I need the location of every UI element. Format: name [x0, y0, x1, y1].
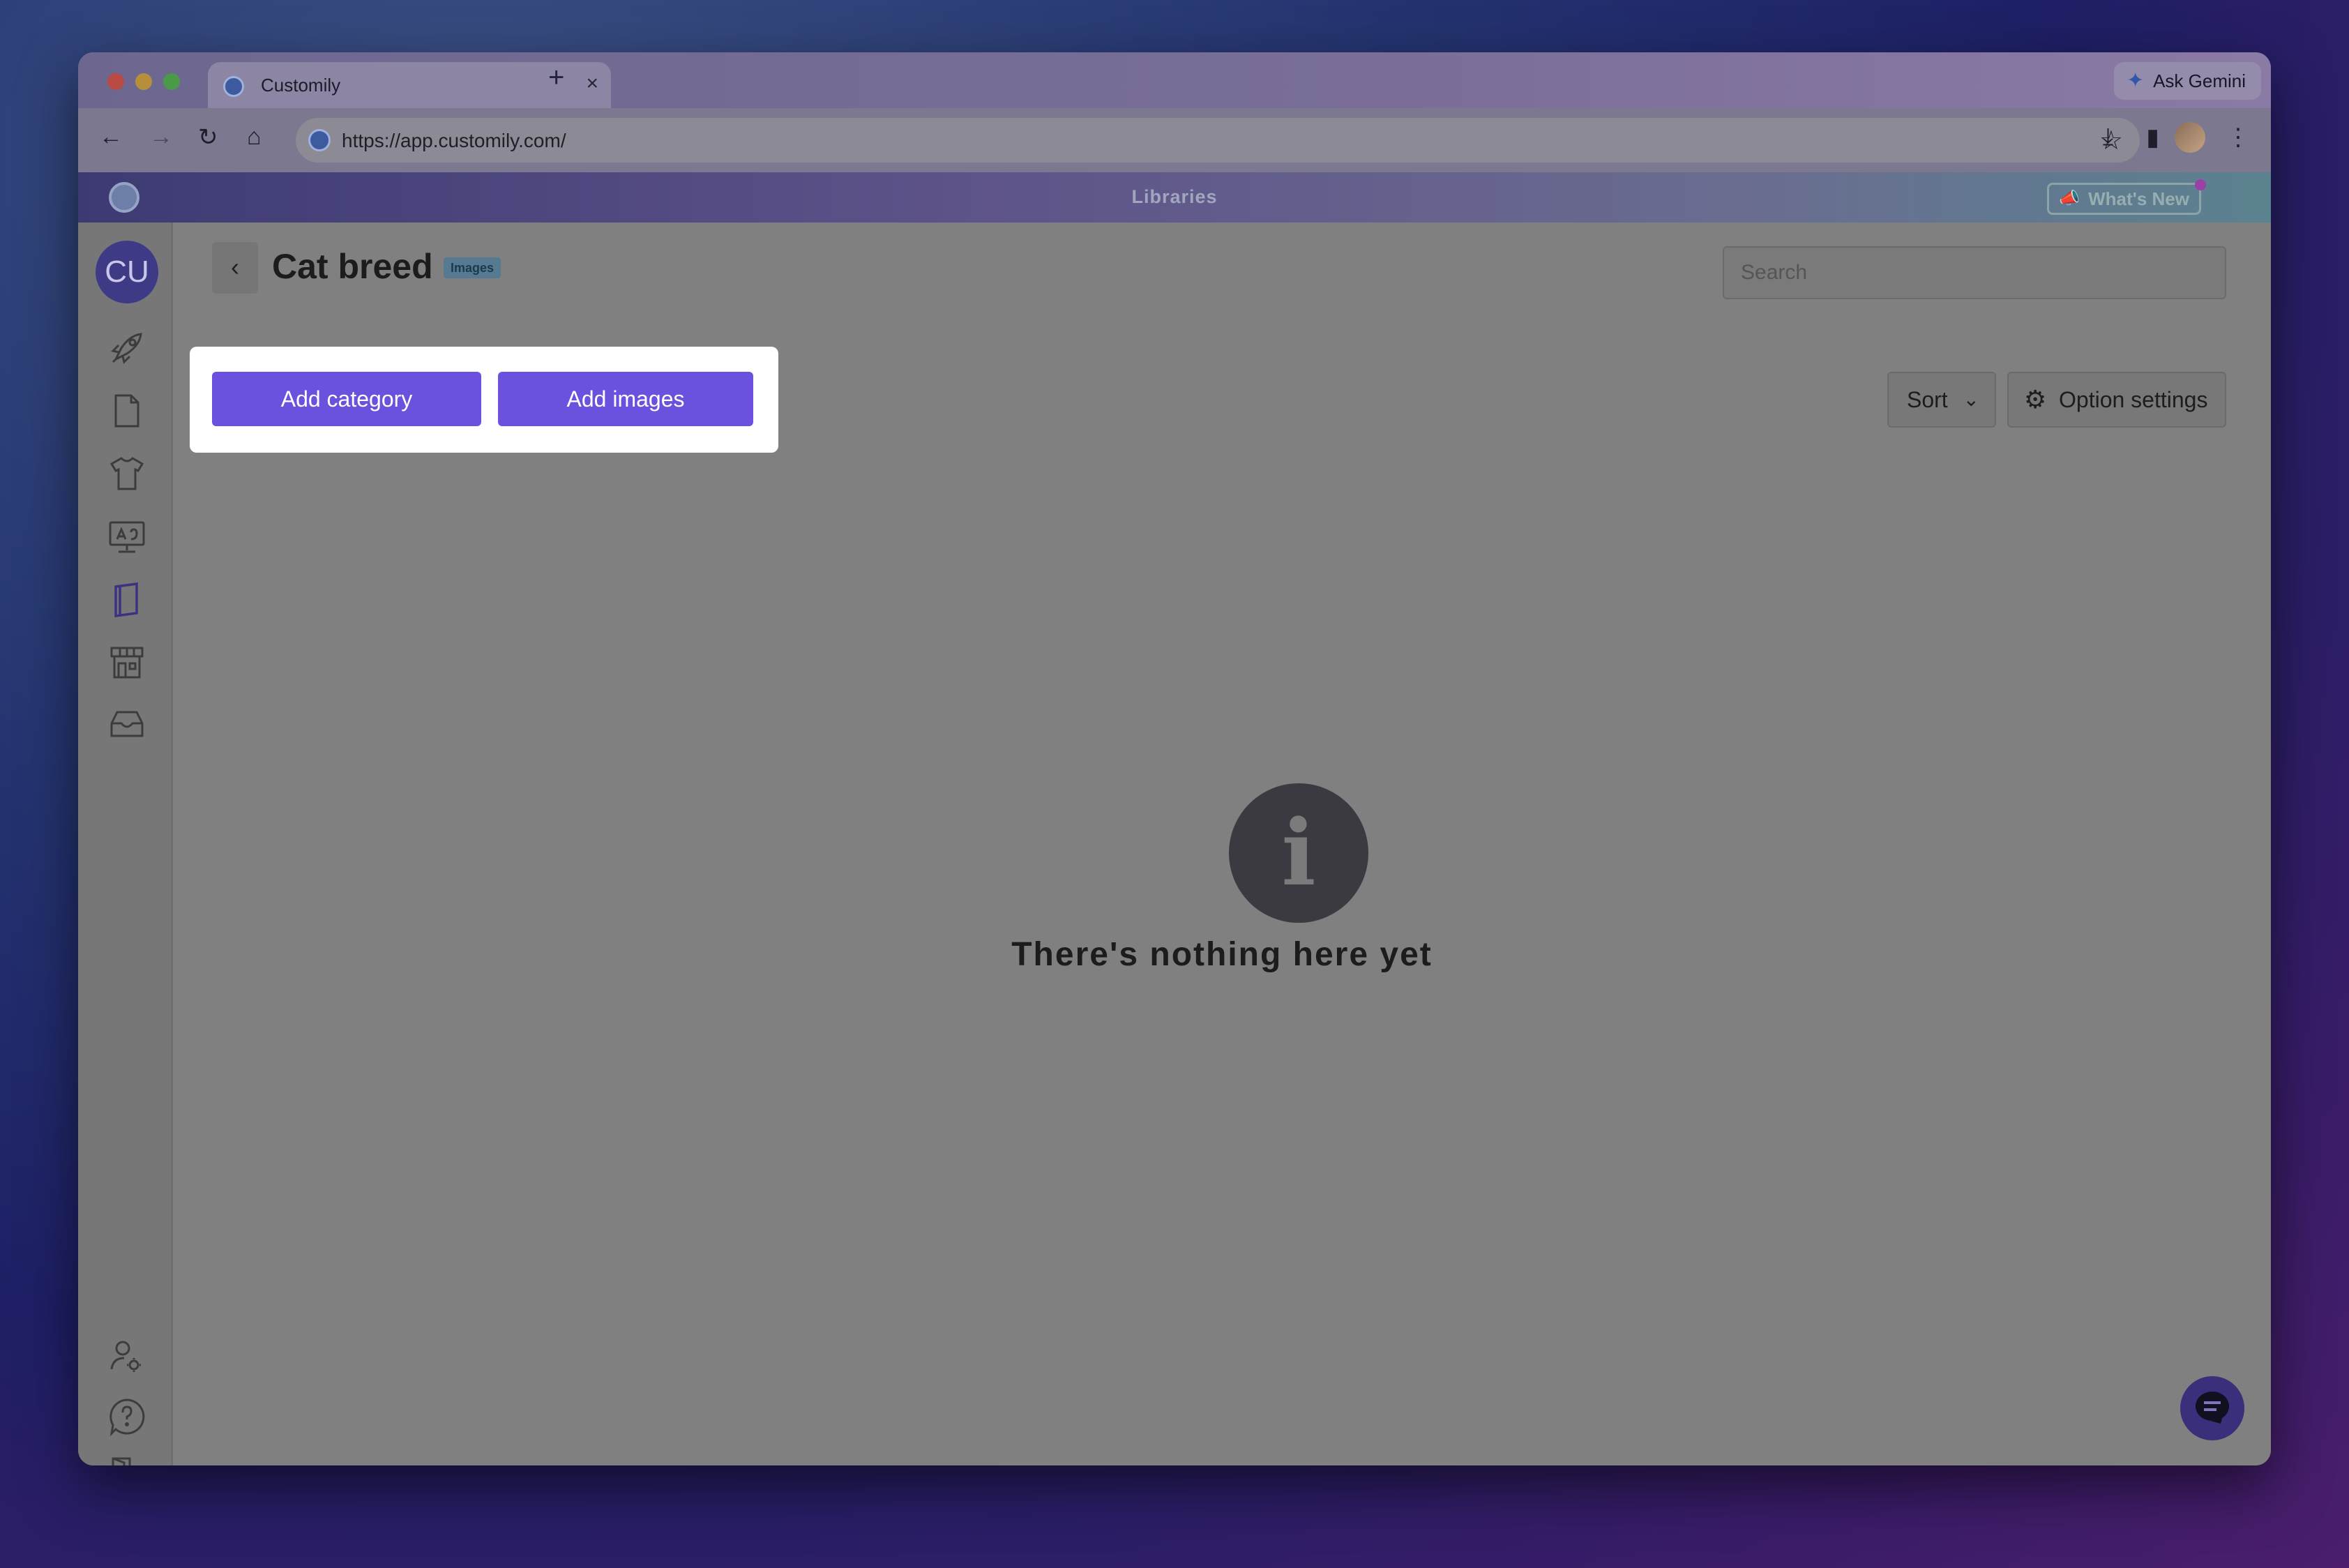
- gemini-sparkle-icon: ✦: [2127, 69, 2145, 92]
- add-images-button[interactable]: Add images: [498, 372, 753, 426]
- book-icon[interactable]: [106, 578, 148, 620]
- browser-toolbar: ← → ↻ ⌂ https://app.customily.com/ ☆ ⤓ ▮…: [78, 108, 2271, 172]
- user-avatar[interactable]: CU: [96, 241, 158, 303]
- minimize-window-button[interactable]: [135, 73, 152, 90]
- more-menu-icon[interactable]: ⋮: [2226, 123, 2250, 151]
- info-glyph: i: [1281, 799, 1316, 906]
- close-tab-icon[interactable]: ×: [586, 72, 598, 96]
- site-info-icon[interactable]: [308, 129, 331, 151]
- megaphone-icon: 📣: [2059, 189, 2080, 208]
- tab-bar: Customily × + ✦ Ask Gemini: [78, 52, 2271, 108]
- customily-favicon-icon: [223, 76, 244, 97]
- side-panel-icon[interactable]: ▮: [2146, 123, 2159, 151]
- chevron-down-icon: ⌄: [1963, 389, 1979, 410]
- empty-state-message: There's nothing here yet: [1011, 936, 1433, 973]
- app-header: Libraries 📣 What's New: [78, 172, 2271, 223]
- gear-icon: ⚙: [2024, 385, 2047, 414]
- maximize-window-button[interactable]: [163, 73, 180, 90]
- whats-new-button[interactable]: 📣 What's New: [2047, 179, 2206, 215]
- action-buttons-highlight: Add category Add images: [190, 347, 778, 453]
- app-header-title: Libraries: [1131, 186, 1218, 207]
- document-icon[interactable]: [106, 390, 148, 432]
- main-content: ‹ Cat breed Images Search Add category A…: [173, 223, 2271, 1465]
- type-badge: Images: [444, 257, 501, 278]
- logout-icon[interactable]: [106, 1454, 148, 1465]
- user-settings-icon[interactable]: [106, 1336, 148, 1378]
- sort-label: Sort: [1907, 387, 1948, 412]
- sort-dropdown[interactable]: Sort ⌄: [1887, 372, 1996, 428]
- notification-dot: [2195, 179, 2206, 190]
- home-icon[interactable]: ⌂: [247, 123, 262, 151]
- store-icon[interactable]: [106, 641, 148, 683]
- help-icon[interactable]: [106, 1396, 148, 1438]
- inbox-icon[interactable]: [106, 704, 148, 746]
- forward-arrow-icon[interactable]: →: [149, 123, 173, 151]
- rocket-icon[interactable]: [106, 327, 148, 369]
- browser-window: Customily × + ✦ Ask Gemini ← → ↻ ⌂ https…: [78, 52, 2271, 1465]
- download-icon[interactable]: ⤓: [2103, 123, 2113, 151]
- close-window-button[interactable]: [107, 73, 124, 90]
- info-icon: i: [1229, 783, 1368, 923]
- add-category-button[interactable]: Add category: [212, 372, 481, 426]
- tshirt-icon[interactable]: [106, 453, 148, 495]
- url-text: https://app.customily.com/: [342, 130, 566, 151]
- monitor-icon[interactable]: [106, 515, 148, 557]
- sidebar: CU: [78, 223, 173, 1465]
- page-title: Cat breed: [272, 247, 433, 286]
- reload-icon[interactable]: ↻: [198, 123, 218, 151]
- new-tab-button[interactable]: +: [548, 62, 564, 93]
- option-settings-button[interactable]: ⚙ Option settings: [2007, 372, 2226, 428]
- address-bar[interactable]: https://app.customily.com/ ☆: [296, 118, 2140, 163]
- profile-avatar[interactable]: [2175, 122, 2205, 153]
- tab-title: Customily: [261, 75, 341, 96]
- back-button[interactable]: ‹: [212, 242, 258, 294]
- back-arrow-icon[interactable]: ←: [99, 123, 123, 151]
- ask-gemini-button[interactable]: ✦ Ask Gemini: [2114, 62, 2261, 100]
- chat-support-button[interactable]: [2180, 1376, 2244, 1440]
- search-input[interactable]: Search: [1723, 246, 2226, 299]
- chat-bubble-icon: [2196, 1392, 2229, 1421]
- ask-gemini-label: Ask Gemini: [2153, 70, 2246, 91]
- whats-new-label: What's New: [2088, 188, 2189, 209]
- option-settings-label: Option settings: [2059, 387, 2208, 412]
